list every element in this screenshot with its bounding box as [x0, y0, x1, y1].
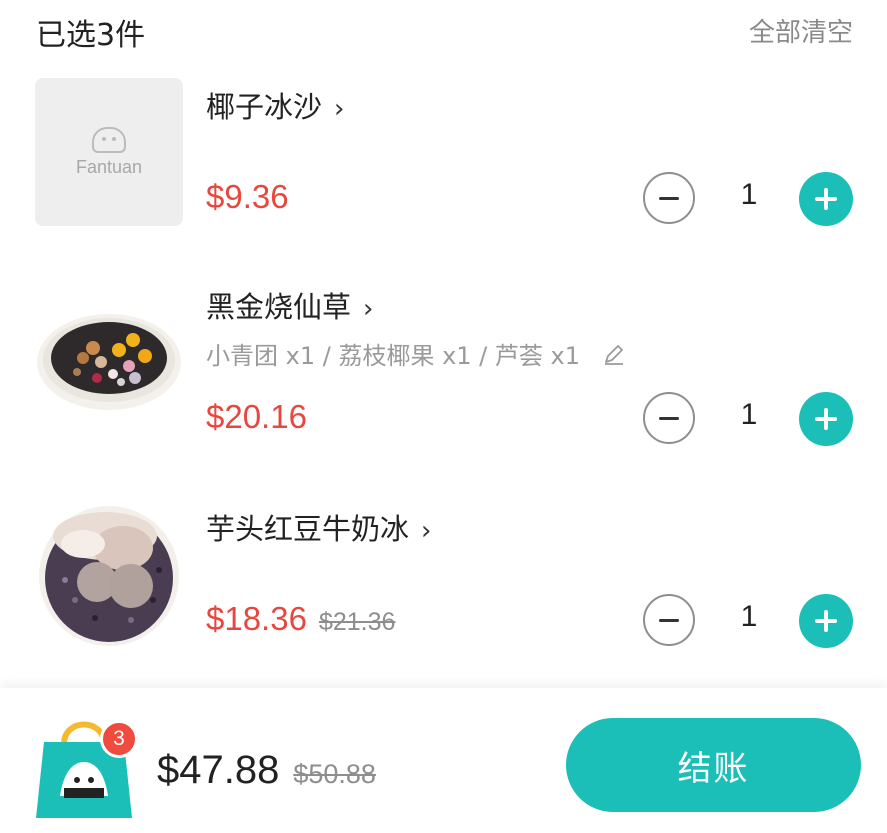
quantity-value: 1	[740, 398, 758, 431]
item-options-text: 小青团 x1 / 荔枝椰果 x1 / 芦荟 x1	[206, 342, 580, 370]
cart-total: $47.88 $50.88	[157, 748, 376, 793]
item-name: 芋头红豆牛奶冰	[206, 512, 410, 546]
quantity-stepper: 1	[643, 172, 854, 228]
item-name: 黑金烧仙草	[206, 290, 352, 324]
clear-all-button[interactable]: 全部清空	[749, 12, 853, 49]
increase-quantity-button[interactable]	[799, 172, 853, 226]
selected-count: 已选3件	[36, 18, 146, 53]
item-name-link[interactable]: 芋头红豆牛奶冰 ›	[206, 506, 431, 548]
item-name-link[interactable]: 椰子冰沙 ›	[206, 84, 344, 126]
item-image-placeholder[interactable]: Fantuan	[35, 78, 183, 226]
item-price: $9.36	[206, 178, 289, 215]
placeholder-brand-text: Fantuan	[75, 156, 143, 177]
chevron-right-icon: ›	[363, 294, 374, 324]
checkout-button[interactable]: 结账	[566, 718, 861, 812]
item-price-group: $18.36 $21.36	[206, 600, 395, 638]
decrease-quantity-button[interactable]	[643, 594, 695, 646]
minus-icon	[659, 416, 679, 420]
edit-pencil-icon[interactable]	[602, 342, 626, 372]
checkout-bar: 3 $47.88 $50.88 结账	[0, 688, 887, 833]
grass-jelly-bowl-image	[37, 314, 181, 410]
quantity-stepper: 1	[643, 392, 854, 448]
item-image[interactable]	[35, 280, 183, 428]
minus-icon	[659, 196, 679, 200]
cart-count-badge: 3	[100, 720, 138, 758]
quantity-value: 1	[740, 600, 758, 633]
cart-item: 芋头红豆牛奶冰 › $18.36 $21.36 1	[0, 500, 887, 660]
item-original-price: $21.36	[318, 608, 396, 636]
cart-header: 已选3件 全部清空	[0, 0, 887, 58]
chevron-right-icon: ›	[334, 94, 345, 124]
chevron-right-icon: ›	[421, 516, 432, 546]
decrease-quantity-button[interactable]	[643, 172, 695, 224]
cart-item: Fantuan 椰子冰沙 › $9.36 1	[0, 78, 887, 238]
total-price: $47.88	[157, 748, 280, 792]
increase-quantity-button[interactable]	[799, 392, 853, 446]
item-image[interactable]	[35, 500, 183, 648]
item-name-link[interactable]: 黑金烧仙草 ›	[206, 284, 373, 326]
item-price: $18.36	[206, 600, 307, 637]
fantuan-logo-icon	[92, 126, 126, 153]
item-options: 小青团 x1 / 荔枝椰果 x1 / 芦荟 x1	[206, 336, 626, 372]
quantity-stepper: 1	[643, 594, 854, 650]
taro-red-bean-ice-image	[39, 506, 179, 646]
cart-item: 黑金烧仙草 › 小青团 x1 / 荔枝椰果 x1 / 芦荟 x1 $20.16 1	[0, 280, 887, 446]
decrease-quantity-button[interactable]	[643, 392, 695, 444]
quantity-value: 1	[740, 178, 758, 211]
item-name: 椰子冰沙	[206, 90, 323, 124]
total-original-price: $50.88	[293, 759, 376, 789]
item-price: $20.16	[206, 398, 307, 435]
increase-quantity-button[interactable]	[799, 594, 853, 648]
minus-icon	[659, 618, 679, 622]
